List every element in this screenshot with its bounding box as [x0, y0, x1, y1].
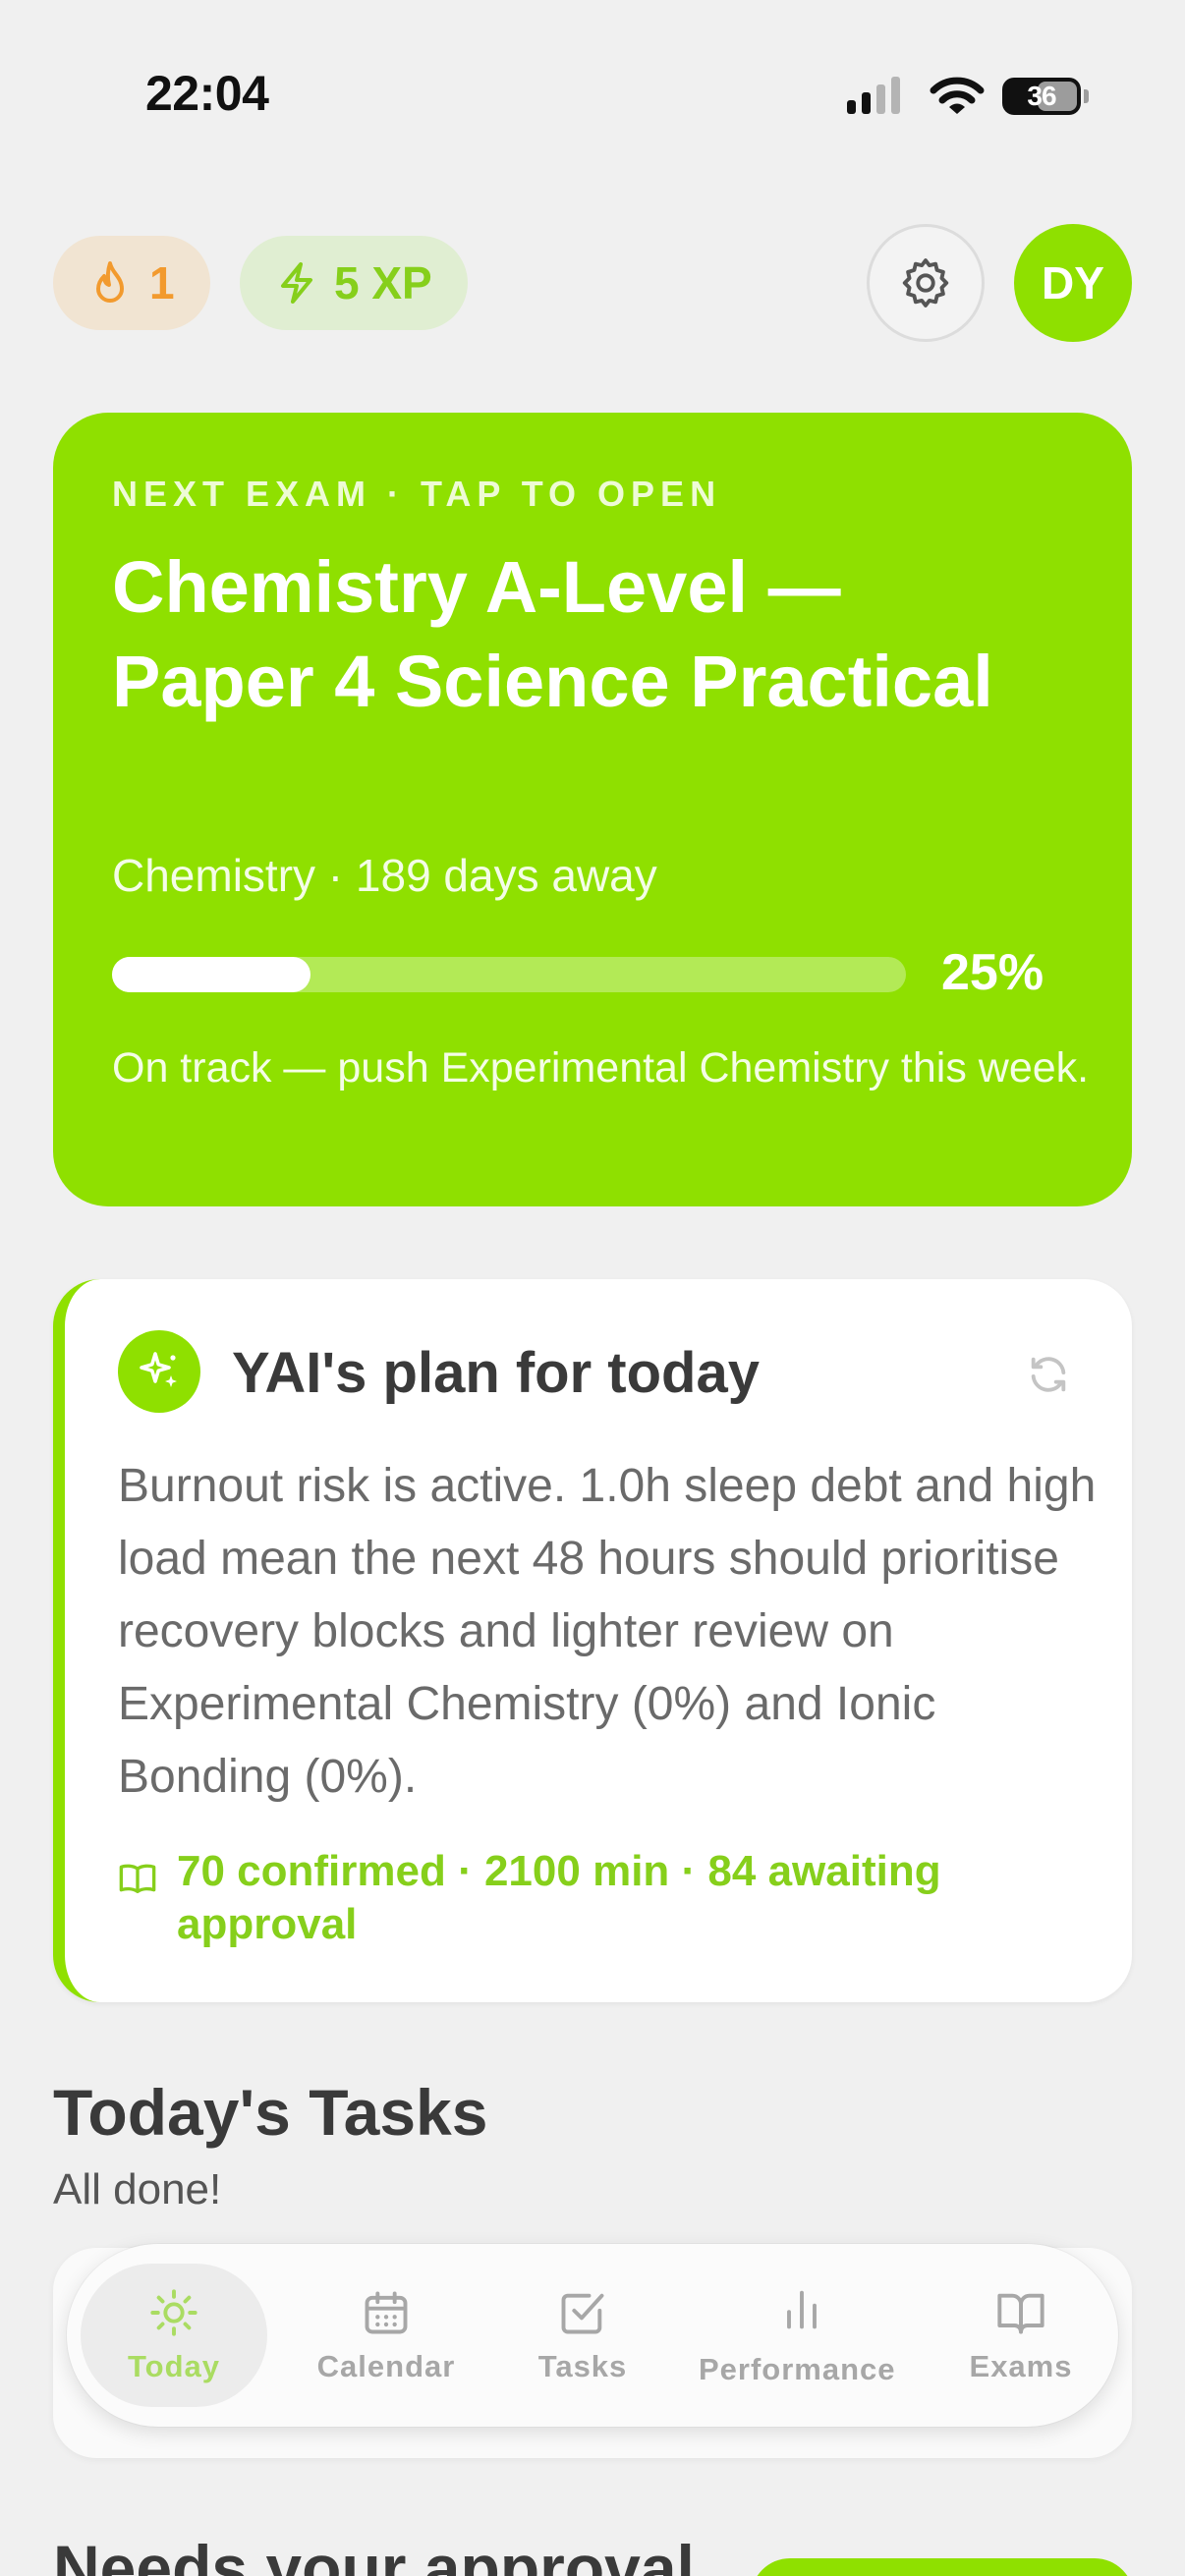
- exam-progress-bar: [112, 957, 906, 992]
- open-book-icon: [997, 2293, 1044, 2334]
- plan-title: YAI's plan for today: [232, 1341, 760, 1405]
- book-icon: [119, 1864, 156, 1893]
- tasks-subtitle: All done!: [53, 2165, 222, 2213]
- nav-item-calendar[interactable]: Calendar: [293, 2264, 480, 2407]
- sparkle-icon: [140, 1352, 177, 1387]
- nav-item-performance[interactable]: Performance: [696, 2264, 908, 2407]
- next-exam-card[interactable]: NEXT EXAM · TAP TO OPEN Chemistry A-Leve…: [53, 413, 1132, 1206]
- refresh-icon[interactable]: [1026, 1352, 1071, 1397]
- streak-count: 1: [149, 257, 175, 308]
- battery-level: 36: [1027, 81, 1056, 111]
- exam-title: Chemistry A-Level — Paper 4 Science Prac…: [112, 546, 993, 722]
- daily-plan-card: YAI's plan for today Burnout risk is act…: [53, 1279, 1132, 2002]
- bolt-icon: [281, 262, 312, 304]
- checkbox-icon: [561, 2293, 604, 2334]
- status-time: 22:04: [145, 66, 269, 121]
- plan-meta: 70 confirmed · 2100 min · 84 awaiting ap…: [118, 1845, 1110, 1951]
- exam-note: On track — push Experimental Chemistry t…: [112, 1044, 1090, 1092]
- battery-icon: 36: [1002, 78, 1081, 115]
- sun-icon: [150, 2289, 198, 2336]
- approval-action-button[interactable]: [751, 2558, 1134, 2576]
- bar-chart-icon: [787, 2290, 817, 2329]
- exam-progress-fill: [112, 957, 310, 992]
- exam-eyebrow: NEXT EXAM · TAP TO OPEN: [112, 474, 722, 514]
- nav-label-tasks: Tasks: [537, 2349, 628, 2383]
- xp-value: 5 XP: [334, 257, 432, 308]
- exam-progress-percent: 25%: [941, 944, 1044, 1001]
- approval-heading: Needs your approval: [53, 2532, 695, 2576]
- flame-icon: [96, 261, 124, 303]
- plan-body: Burnout risk is active. 1.0h sleep debt …: [118, 1460, 1097, 1803]
- nav-item-exams[interactable]: Exams: [937, 2264, 1104, 2407]
- settings-button[interactable]: [867, 224, 985, 342]
- nav-label-today: Today: [128, 2349, 220, 2383]
- xp-chip[interactable]: 5 XP: [240, 236, 468, 330]
- streak-chip[interactable]: 1: [53, 236, 210, 330]
- nav-label-performance: Performance: [699, 2352, 896, 2386]
- wifi-icon: [930, 77, 985, 114]
- plan-icon-badge: [118, 1330, 200, 1413]
- status-bar: 22:04 36: [0, 0, 1185, 196]
- tasks-heading: Today's Tasks: [53, 2076, 488, 2149]
- avatar[interactable]: DY: [1014, 224, 1132, 342]
- status-icons: 36: [847, 73, 1089, 120]
- signal-icon: [847, 77, 900, 114]
- nav-item-today[interactable]: Today: [81, 2264, 267, 2407]
- calendar-icon: [365, 2291, 408, 2334]
- nav-label-exams: Exams: [969, 2349, 1073, 2383]
- gear-icon: [902, 258, 949, 308]
- nav-label-calendar: Calendar: [316, 2349, 456, 2383]
- nav-item-tasks[interactable]: Tasks: [509, 2264, 656, 2407]
- plan-meta-text: 70 confirmed · 2100 min · 84 awaiting ap…: [177, 1847, 941, 1948]
- bottom-nav: Today Calendar Tasks Performance Exams: [67, 2244, 1118, 2427]
- exam-subtitle: Chemistry · 189 days away: [112, 850, 657, 901]
